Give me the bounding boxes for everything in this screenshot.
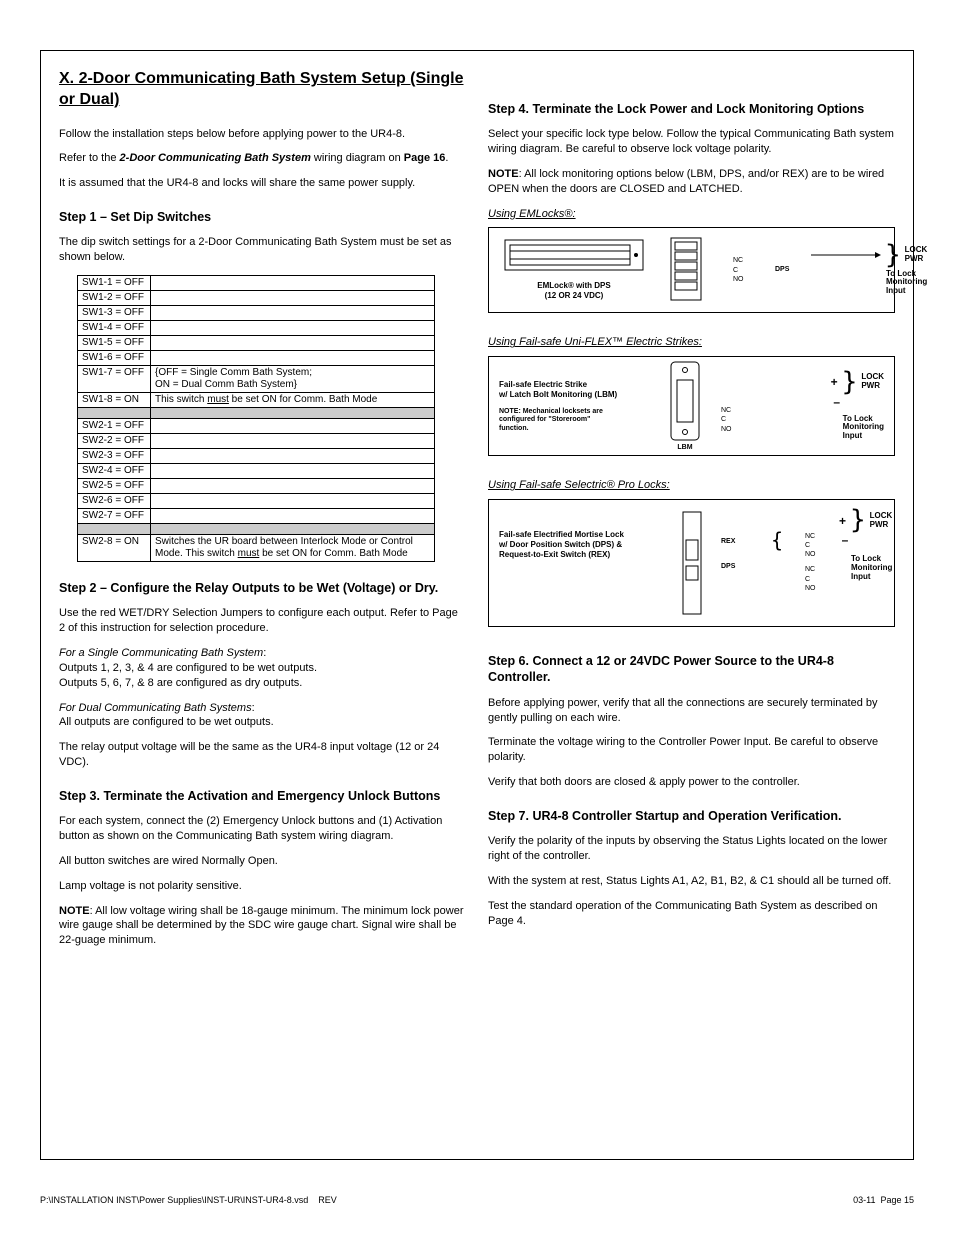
mortise-lock-icon <box>681 510 703 616</box>
dip-switch-table: SW1-1 = OFF SW1-2 = OFF SW1-3 = OFF SW1-… <box>77 275 435 562</box>
step6-p2: Terminate the voltage wiring to the Cont… <box>488 735 895 765</box>
content-frame: X. 2-Door Communicating Bath System Setu… <box>40 50 914 1160</box>
section-title: X. 2-Door Communicating Bath System Setu… <box>59 69 466 111</box>
diagram-uniflex: Fail-safe Electric Strike w/ Latch Bolt … <box>488 356 895 456</box>
using-uniflex: Using Fail-safe Uni-FLEX™ Electric Strik… <box>488 335 895 350</box>
diagram-emlock: EMLock® with DPS (12 OR 24 VDC) <box>488 227 895 313</box>
using-selectric: Using Fail-safe Selectric® Pro Locks: <box>488 478 895 493</box>
step1-text: The dip switch settings for a 2-Door Com… <box>59 235 466 265</box>
emlock-icon <box>504 239 644 273</box>
step7-p2: With the system at rest, Status Lights A… <box>488 874 895 889</box>
step6-p3: Verify that both doors are closed & appl… <box>488 775 895 790</box>
step7-p3: Test the standard operation of the Commu… <box>488 899 895 929</box>
step2-single: For a Single Communicating Bath System: … <box>59 646 466 691</box>
using-emlocks: Using EMLocks®: <box>488 207 895 222</box>
step4-title: Step 4. Terminate the Lock Power and Loc… <box>488 101 895 117</box>
step3-p3: Lamp voltage is not polarity sensitive. <box>59 879 466 894</box>
intro-1: Follow the installation steps below befo… <box>59 127 466 142</box>
step6-p1: Before applying power, verify that all t… <box>488 696 895 726</box>
step2-dual: For Dual Communicating Bath Systems: All… <box>59 701 466 731</box>
step3-title: Step 3. Terminate the Activation and Eme… <box>59 788 466 804</box>
step7-title: Step 7. UR4-8 Controller Startup and Ope… <box>488 808 895 824</box>
right-column: Step 4. Terminate the Lock Power and Loc… <box>488 69 895 1147</box>
step4-note: NOTE: All lock monitoring options below … <box>488 167 895 197</box>
step2-title: Step 2 – Configure the Relay Outputs to … <box>59 580 466 596</box>
intro-2: Refer to the 2-Door Communicating Bath S… <box>59 151 466 166</box>
left-column: X. 2-Door Communicating Bath System Setu… <box>59 69 466 1147</box>
strike-icon <box>667 360 703 442</box>
step2-p1: Use the red WET/DRY Selection Jumpers to… <box>59 606 466 636</box>
footer: P:\INSTALLATION INST\Power Supplies\INST… <box>40 1195 914 1205</box>
terminal-block-icon <box>661 236 711 302</box>
step3-note: NOTE: All low voltage wiring shall be 18… <box>59 904 466 949</box>
intro-3: It is assumed that the UR4-8 and locks w… <box>59 176 466 191</box>
diagram-selectric: Fail-safe Electrified Mortise Lock w/ Do… <box>488 499 895 627</box>
step7-p1: Verify the polarity of the inputs by obs… <box>488 834 895 864</box>
step4-p1: Select your specific lock type below. Fo… <box>488 127 895 157</box>
page: X. 2-Door Communicating Bath System Setu… <box>0 0 954 1235</box>
step2-p4: The relay output voltage will be the sam… <box>59 740 466 770</box>
step6-title: Step 6. Connect a 12 or 24VDC Power Sour… <box>488 653 895 686</box>
step3-p2: All button switches are wired Normally O… <box>59 854 466 869</box>
step1-title: Step 1 – Set Dip Switches <box>59 209 466 225</box>
arrow-icon <box>811 250 881 260</box>
step3-p1: For each system, connect the (2) Emergen… <box>59 814 466 844</box>
